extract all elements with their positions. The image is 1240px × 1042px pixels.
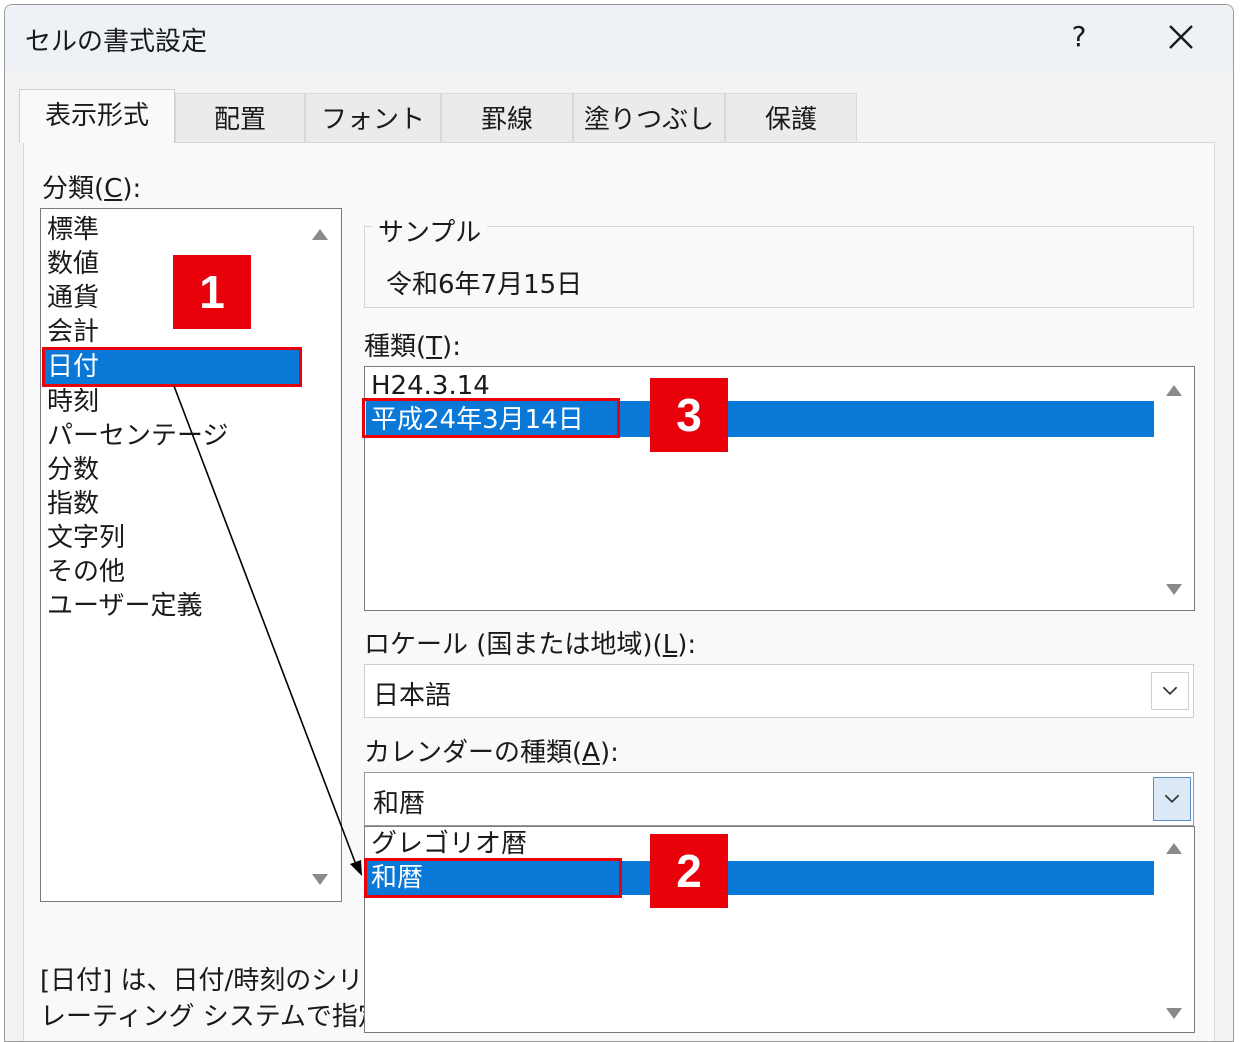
annotation-arrow [173,385,362,876]
arrow-head-icon [350,860,362,876]
